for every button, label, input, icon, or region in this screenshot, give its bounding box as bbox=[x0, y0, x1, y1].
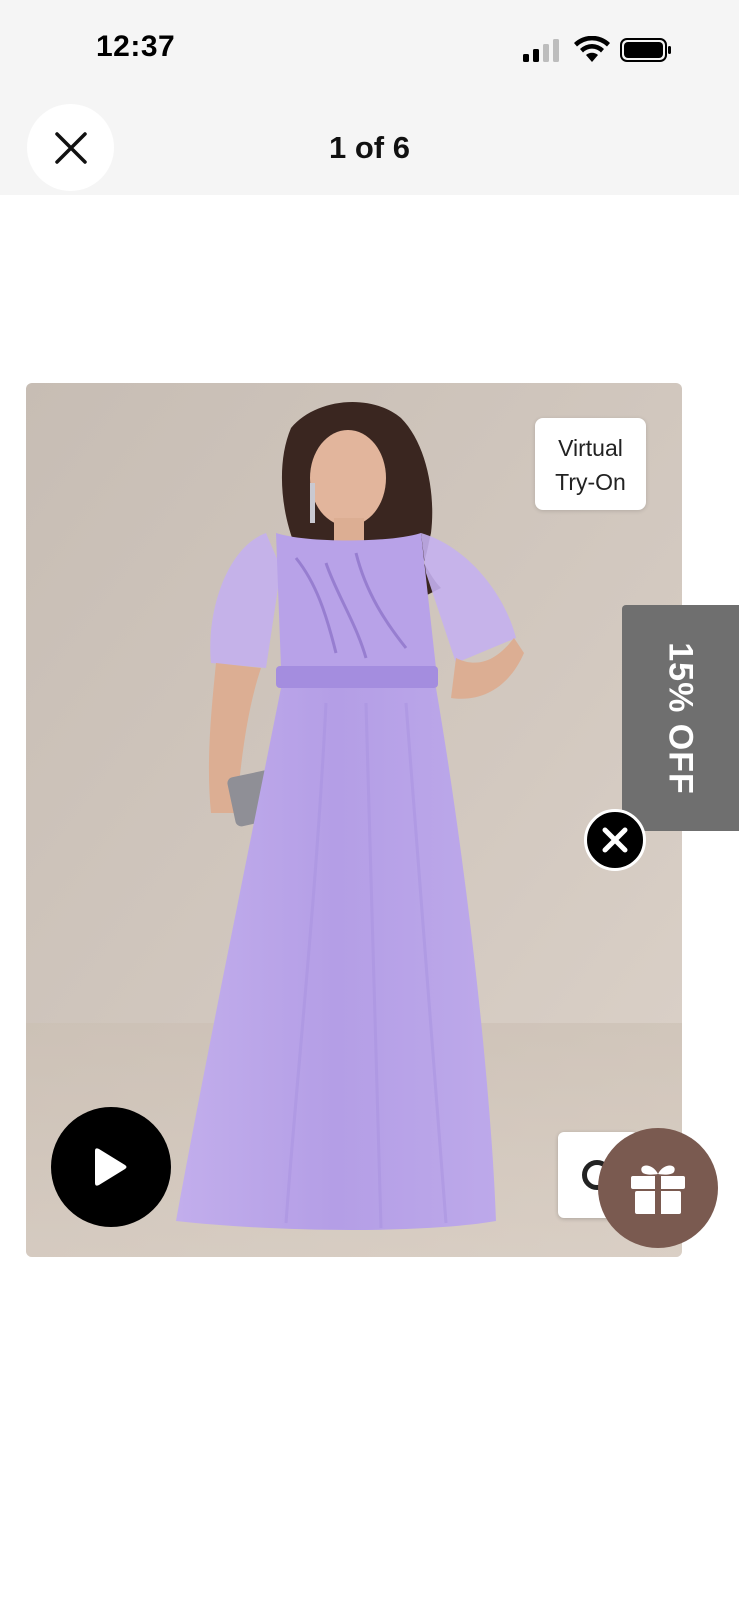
dismiss-discount-button[interactable] bbox=[584, 809, 646, 871]
play-icon bbox=[95, 1148, 127, 1186]
close-circle-icon bbox=[602, 827, 628, 853]
battery-icon bbox=[620, 38, 671, 62]
gift-icon bbox=[631, 1165, 685, 1214]
gift-button[interactable] bbox=[598, 1128, 718, 1248]
cellular-signal-icon bbox=[523, 38, 561, 62]
discount-label: 15% OFF bbox=[662, 641, 701, 795]
discount-tab[interactable]: 15% OFF bbox=[622, 605, 739, 831]
virtual-try-on-label-line2: Try-On bbox=[555, 469, 626, 495]
image-counter: 1 of 6 bbox=[329, 130, 410, 165]
wifi-icon bbox=[574, 36, 610, 62]
gallery-header: 1 of 6 bbox=[0, 92, 739, 195]
virtual-try-on-button[interactable]: Virtual Try-On bbox=[535, 418, 646, 510]
status-bar: 12:37 bbox=[0, 0, 739, 92]
status-time: 12:37 bbox=[96, 30, 176, 63]
virtual-try-on-label-line1: Virtual bbox=[558, 435, 623, 461]
play-video-button[interactable] bbox=[51, 1107, 171, 1227]
